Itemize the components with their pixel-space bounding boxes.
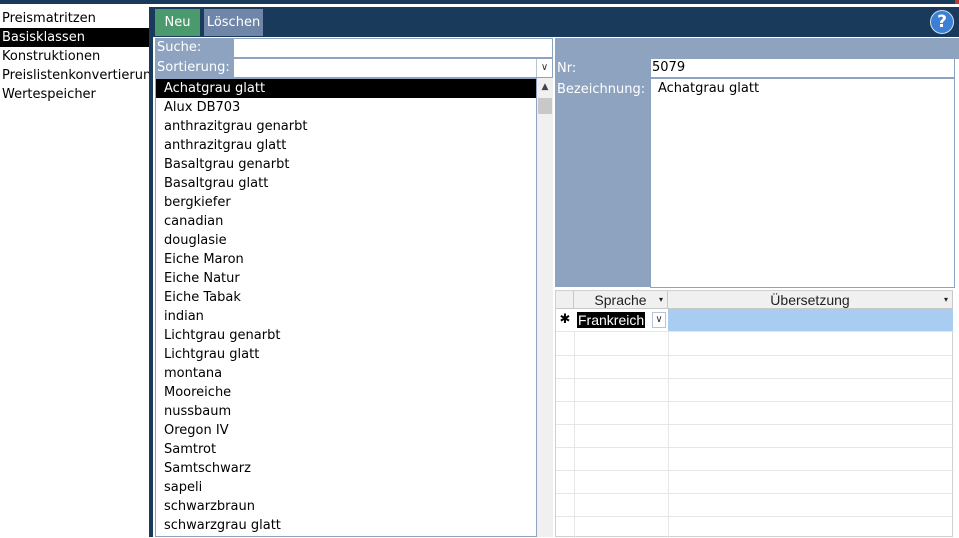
list-item[interactable]: canadian	[156, 212, 536, 231]
column-uebersetzung-label: Übersetzung	[770, 292, 850, 308]
delete-button[interactable]: Löschen	[204, 9, 263, 36]
list-item[interactable]: montana	[156, 364, 536, 383]
grid-line	[556, 401, 954, 402]
sort-select[interactable]: ∨	[233, 58, 553, 78]
grid-line	[556, 516, 954, 517]
nav-item-preislistenkonvertierung[interactable]: Preislistenkonvertierung	[0, 66, 149, 85]
list-item[interactable]: Achatgrau glatt	[156, 79, 536, 98]
nav-item-basisklassen[interactable]: Basisklassen	[0, 28, 149, 47]
search-label: Suche:	[155, 38, 233, 58]
filter-arrow-icon[interactable]: ▾	[944, 291, 948, 309]
grid-line	[556, 378, 954, 379]
bezeichnung-field[interactable]: Achatgrau glatt	[650, 78, 955, 288]
nav-item-wertespeicher[interactable]: Wertespeicher	[0, 85, 149, 104]
grid-line	[556, 493, 954, 494]
toolbar: Neu Löschen ?	[153, 7, 959, 37]
nav-item-preismatritzen[interactable]: Preismatritzen	[0, 9, 149, 28]
nav-divider	[149, 7, 153, 537]
scroll-up-icon[interactable]: ▲	[537, 78, 553, 96]
grid-corner	[556, 291, 574, 309]
list-item[interactable]: nussbaum	[156, 402, 536, 421]
sort-label: Sortierung:	[155, 58, 233, 78]
bezeichnung-label: Bezeichnung:	[557, 82, 646, 97]
column-header-sprache[interactable]: Sprache ▾	[574, 291, 668, 309]
list-item[interactable]: Lichtgrau glatt	[156, 345, 536, 364]
chevron-down-icon[interactable]: ∨	[652, 312, 666, 328]
list-item[interactable]: schwarzgrau glatt	[156, 516, 536, 535]
list-item[interactable]: Lichtgrau genarbt	[156, 326, 536, 345]
list-item[interactable]: Eiche Natur	[156, 269, 536, 288]
corner-marker	[955, 0, 959, 4]
column-sprache-label: Sprache	[594, 292, 647, 308]
nr-label: Nr:	[557, 61, 577, 76]
filter-arrow-icon[interactable]: ▾	[659, 291, 663, 309]
detail-header	[555, 38, 959, 59]
grid-line	[574, 331, 575, 538]
list-item[interactable]: Alux DB703	[156, 98, 536, 117]
list-item[interactable]: bergkiefer	[156, 193, 536, 212]
list-item[interactable]: anthrazitgrau genarbt	[156, 117, 536, 136]
list-item[interactable]: douglasie	[156, 231, 536, 250]
grid-line	[556, 447, 954, 448]
material-list: Achatgrau glatt Alux DB703 anthrazitgrau…	[155, 78, 537, 537]
new-row-marker: ✱	[559, 312, 571, 327]
list-item[interactable]: schwarzbraun	[156, 497, 536, 516]
list-item[interactable]: Basaltgrau glatt	[156, 174, 536, 193]
list-scrollbar[interactable]: ▲	[537, 78, 553, 537]
sprache-cell[interactable]: Frankreich ∨	[574, 309, 668, 331]
column-header-uebersetzung[interactable]: Übersetzung ▾	[668, 291, 953, 309]
translation-grid: Sprache ▾ Übersetzung ▾ ✱ Frankreich ∨	[555, 290, 954, 538]
list-item[interactable]: Mooreiche	[156, 383, 536, 402]
list-item[interactable]: indian	[156, 307, 536, 326]
list-item[interactable]: sapeli	[156, 478, 536, 497]
nav-item-konstruktionen[interactable]: Konstruktionen	[0, 47, 149, 66]
top-border	[0, 0, 959, 4]
search-input[interactable]	[233, 38, 553, 58]
grid-line	[556, 355, 954, 356]
grid-line	[556, 470, 954, 471]
list-item[interactable]: Eiche Tabak	[156, 288, 536, 307]
list-item[interactable]: Samtschwarz	[156, 459, 536, 478]
grid-line	[668, 331, 669, 538]
new-button[interactable]: Neu	[155, 9, 200, 36]
scrollbar-thumb[interactable]	[538, 98, 552, 114]
sidebar-nav: Preismatritzen Basisklassen Konstruktion…	[0, 9, 149, 537]
chevron-down-icon[interactable]: ∨	[536, 59, 552, 77]
help-icon[interactable]: ?	[930, 10, 954, 34]
list-item[interactable]: anthrazitgrau glatt	[156, 136, 536, 155]
grid-line	[556, 331, 954, 332]
list-item[interactable]: Samtrot	[156, 440, 536, 459]
uebersetzung-cell[interactable]	[668, 309, 953, 331]
sprache-value[interactable]: Frankreich	[577, 312, 646, 328]
grid-line	[556, 424, 954, 425]
list-item[interactable]: Oregon IV	[156, 421, 536, 440]
list-item[interactable]: Eiche Maron	[156, 250, 536, 269]
nr-field[interactable]: 5079	[650, 58, 955, 78]
list-item[interactable]: Basaltgrau genarbt	[156, 155, 536, 174]
